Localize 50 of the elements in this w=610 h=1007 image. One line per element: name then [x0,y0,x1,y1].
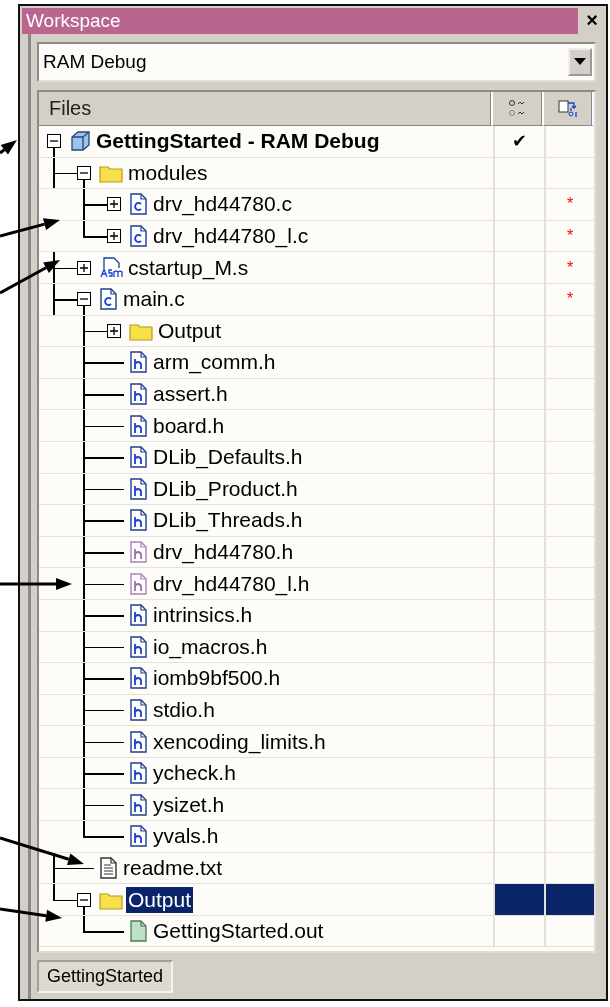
table-cell: * [544,283,594,315]
tree-item[interactable]: intrinsics.h [151,602,255,629]
tree-item[interactable]: GettingStarted - RAM Debug [94,128,382,155]
expand-icon[interactable] [77,260,91,275]
callout-arrow [0,578,72,590]
callout-arrow [0,218,60,238]
table-cell: * [544,220,594,252]
table-cell: * [544,189,594,220]
configuration-dropdown[interactable]: RAM Debug [37,42,596,82]
tree-item[interactable]: assert.h [151,381,230,408]
tree-item[interactable]: modules [126,159,210,186]
tree-item[interactable]: yvals.h [151,823,221,850]
tree-item[interactable]: stdio.h [151,697,217,723]
tree-item[interactable]: readme.txt [121,854,225,881]
tree-item[interactable]: ycheck.h [151,760,238,787]
table-cell: ✔ [493,126,544,157]
expand-icon[interactable] [107,197,121,212]
collapse-icon[interactable] [47,134,61,149]
tree-item[interactable]: Output [156,317,224,344]
expand-icon[interactable] [107,323,121,338]
tree-item[interactable]: drv_hd44780.c [151,191,294,218]
callout-arrow [0,907,62,922]
tree-item[interactable]: DLib_Defaults.h [151,444,305,471]
tree-item[interactable]: DLib_Threads.h [151,507,305,534]
tree-item[interactable]: iomb9bf500.h [151,665,283,692]
tree-item[interactable]: drv_hd44780_l.c [151,223,311,250]
compile-status-icon[interactable] [557,97,579,120]
workspace-tab[interactable]: GettingStarted [37,959,174,993]
callout-arrow [0,140,17,155]
collapse-icon[interactable] [77,292,91,307]
tree-item[interactable]: cstartup_M.s [126,254,251,281]
dropdown-button[interactable] [568,48,592,76]
tree-item[interactable]: drv_hd44780.h [151,539,296,565]
tree-item[interactable]: main.c [121,286,187,313]
expand-icon[interactable] [107,229,121,244]
tree-item[interactable]: ysizet.h [151,791,227,818]
tree-item[interactable]: xencoding_limits.h [151,728,328,755]
caret-down-icon [574,58,586,66]
collapse-icon[interactable] [77,165,91,180]
collapse-icon[interactable] [77,892,91,907]
tree-item[interactable]: DLib_Product.h [151,475,300,502]
window-title: Workspace [22,7,578,34]
tree-item[interactable]: io_macros.h [151,633,270,660]
table-cell: * [544,252,594,283]
tree-item[interactable]: arm_comm.h [151,349,278,376]
tree-item[interactable]: board.h [151,412,227,439]
tree-item[interactable]: GettingStarted.out [151,918,326,945]
close-button[interactable]: × [578,7,606,33]
tree-item[interactable]: drv_hd44780_l.h [151,570,312,597]
tree-item[interactable]: Output [126,886,194,913]
